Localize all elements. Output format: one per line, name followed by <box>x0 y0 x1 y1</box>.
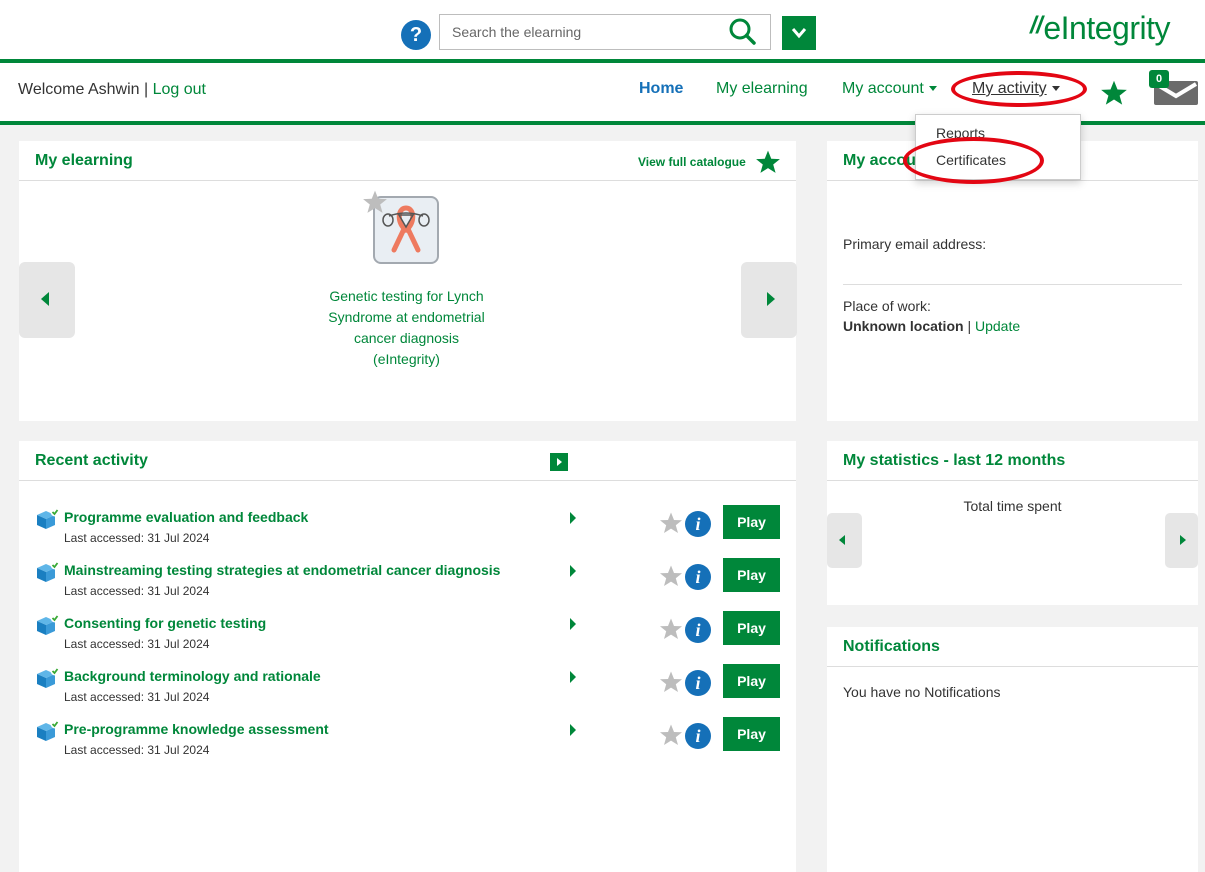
view-full-catalogue-link[interactable]: View full catalogue <box>638 155 746 169</box>
last-accessed-text: Last accessed: 31 Jul 2024 <box>64 637 210 651</box>
course-title-link[interactable]: Genetic testing for Lynch Syndrome at en… <box>319 286 494 370</box>
arrow-left-icon <box>41 292 49 306</box>
dashboard-content: My elearning View full catalogue Genetic… <box>0 125 1205 872</box>
my-elearning-panel: My elearning View full catalogue Genetic… <box>19 141 797 421</box>
activity-title-link[interactable]: Consenting for genetic testing <box>64 615 266 631</box>
place-of-work-label: Place of work: <box>843 298 931 314</box>
favourite-star-icon[interactable] <box>659 670 683 697</box>
last-accessed-text: Last accessed: 31 Jul 2024 <box>64 584 210 598</box>
primary-email-label: Primary email address: <box>843 236 987 252</box>
favourite-star-icon[interactable] <box>659 511 683 538</box>
last-accessed-text: Last accessed: 31 Jul 2024 <box>64 690 210 704</box>
search-icon <box>729 18 756 45</box>
nav-bar: Welcome Ashwin | Log out Home My elearni… <box>0 63 1205 121</box>
divider <box>843 284 1182 285</box>
logout-link[interactable]: Log out <box>153 81 206 98</box>
panel-title: My elearning <box>35 152 133 169</box>
info-icon[interactable]: i <box>685 617 711 643</box>
help-icon[interactable]: ? <box>401 20 431 50</box>
nav-home[interactable]: Home <box>639 80 683 98</box>
star-icon <box>755 149 781 178</box>
welcome-separator: | <box>143 81 149 98</box>
place-of-work-text: Unknown location <box>843 318 964 334</box>
statistics-label: Total time spent <box>963 498 1062 514</box>
info-icon[interactable]: i <box>685 670 711 696</box>
chevron-right-icon[interactable] <box>570 671 576 683</box>
recent-activity-panel: Recent activity Programme evaluation and… <box>19 441 796 872</box>
panel-title: Recent activity <box>35 452 148 469</box>
favourite-star-icon[interactable] <box>362 189 388 218</box>
arrow-right-icon <box>1180 535 1186 545</box>
play-button[interactable]: Play <box>723 611 780 645</box>
completed-module-icon <box>35 613 61 640</box>
chevron-right-icon[interactable] <box>570 565 576 577</box>
logo-text: eIntegrity <box>1043 10 1170 46</box>
chevron-right-icon[interactable] <box>570 512 576 524</box>
caret-down-icon <box>928 86 937 92</box>
panel-title: Notifications <box>843 638 940 655</box>
activity-row: Programme evaluation and feedback Last a… <box>19 503 796 556</box>
activity-row: Background terminology and rationale Las… <box>19 662 796 715</box>
completed-module-icon <box>35 666 61 693</box>
nav-my-account[interactable]: My account <box>842 80 937 98</box>
last-accessed-text: Last accessed: 31 Jul 2024 <box>64 531 210 545</box>
play-button[interactable]: Play <box>723 664 780 698</box>
no-notifications-text: You have no Notifications <box>843 684 1001 700</box>
statistics-prev-button[interactable] <box>827 513 862 568</box>
info-icon[interactable]: i <box>685 564 711 590</box>
panel-header: Notifications <box>827 627 1198 667</box>
chevron-right-icon[interactable] <box>570 618 576 630</box>
activity-title-link[interactable]: Mainstreaming testing strategies at endo… <box>64 562 500 578</box>
play-button[interactable]: Play <box>723 717 780 751</box>
carousel-next-button[interactable] <box>741 262 797 338</box>
top-bar: ? //eIntegrity <box>0 0 1205 60</box>
recent-activity-more-button[interactable] <box>550 453 568 471</box>
statistics-next-button[interactable] <box>1165 513 1198 568</box>
highlight-oval <box>951 71 1087 107</box>
activity-row: Pre-programme knowledge assessment Last … <box>19 715 796 768</box>
activity-row: Mainstreaming testing strategies at endo… <box>19 556 796 609</box>
welcome-label: Welcome Ashwin <box>18 81 140 98</box>
favourite-star-icon[interactable] <box>659 723 683 750</box>
panel-header: My statistics - last 12 months <box>827 441 1198 481</box>
search-input[interactable] <box>439 14 771 50</box>
carousel-prev-button[interactable] <box>19 262 75 338</box>
panel-title: My statistics - last 12 months <box>843 452 1066 469</box>
nav-my-elearning[interactable]: My elearning <box>716 80 808 98</box>
chevron-down-icon <box>791 28 807 39</box>
info-icon[interactable]: i <box>685 511 711 537</box>
last-accessed-text: Last accessed: 31 Jul 2024 <box>64 743 210 757</box>
completed-module-icon <box>35 560 61 587</box>
update-link[interactable]: Update <box>975 318 1020 334</box>
search-button[interactable] <box>723 16 763 48</box>
play-button[interactable]: Play <box>723 558 780 592</box>
eintegrity-logo[interactable]: //eIntegrity <box>1030 10 1170 47</box>
place-of-work-value: Unknown location | Update <box>843 318 1021 334</box>
arrow-right-icon <box>557 458 562 466</box>
play-button[interactable]: Play <box>723 505 780 539</box>
completed-module-icon <box>35 719 61 746</box>
info-icon[interactable]: i <box>685 723 711 749</box>
favourites-star-icon[interactable] <box>1100 79 1128 110</box>
favourite-star-icon[interactable] <box>659 564 683 591</box>
activity-title-link[interactable]: Pre-programme knowledge assessment <box>64 721 329 737</box>
activity-row: Consenting for genetic testing Last acce… <box>19 609 796 662</box>
statistics-panel: My statistics - last 12 months Total tim… <box>827 441 1198 605</box>
completed-module-icon <box>35 507 61 534</box>
notification-count-badge: 0 <box>1149 70 1169 88</box>
highlight-oval <box>903 137 1044 184</box>
arrow-left-icon <box>839 535 845 545</box>
arrow-right-icon <box>767 292 775 306</box>
activity-title-link[interactable]: Background terminology and rationale <box>64 668 321 684</box>
panel-header: My elearning View full catalogue <box>19 141 796 181</box>
welcome-text: Welcome Ashwin | Log out <box>18 81 206 99</box>
activity-title-link[interactable]: Programme evaluation and feedback <box>64 509 308 525</box>
favourite-star-icon[interactable] <box>659 617 683 644</box>
nav-my-account-label: My account <box>842 80 924 97</box>
my-account-panel: My account Primary email address: Place … <box>827 141 1198 421</box>
search-options-button[interactable] <box>782 16 816 50</box>
notifications-panel: Notifications You have no Notifications <box>827 627 1198 872</box>
chevron-right-icon[interactable] <box>570 724 576 736</box>
panel-header: Recent activity <box>19 441 796 481</box>
